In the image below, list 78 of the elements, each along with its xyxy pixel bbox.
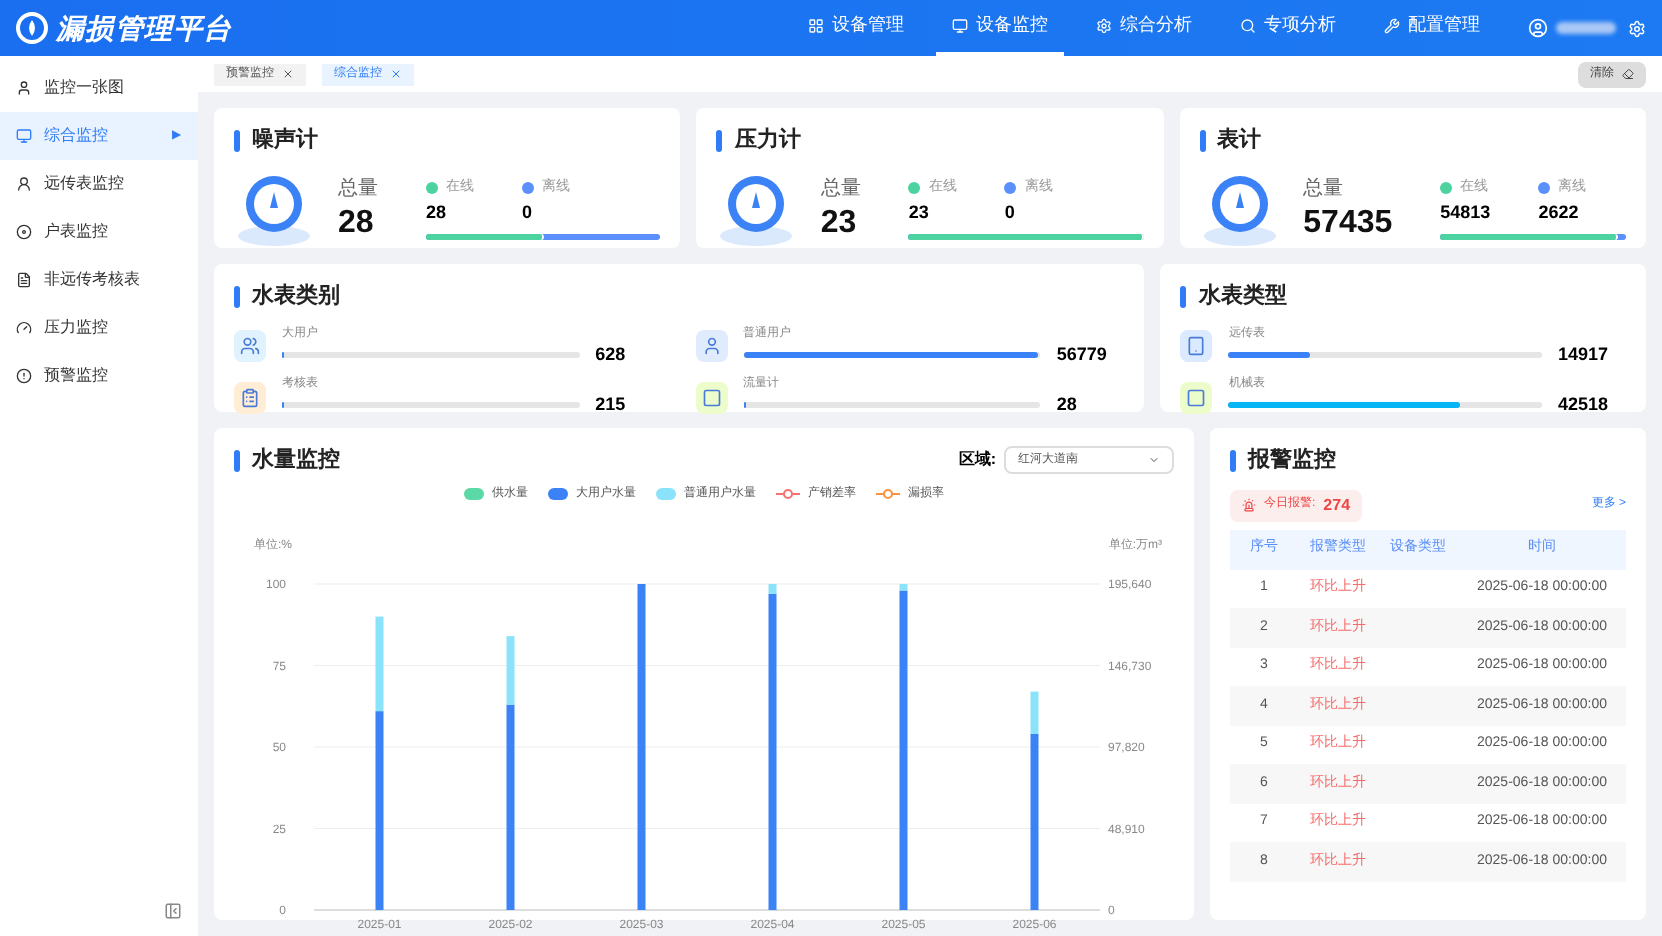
card-title: 水量监控 [252, 445, 340, 476]
total-label: 总量 [338, 175, 378, 204]
online-count: 54813 [1440, 199, 1491, 225]
legend-line-icon [876, 488, 900, 500]
total-value: 23 [820, 204, 859, 244]
title-accent-bar [1230, 449, 1236, 472]
offline-count: 2622 [1538, 199, 1581, 225]
online-count: 23 [908, 199, 931, 225]
category-value: 56779 [1056, 341, 1109, 367]
settings-icon[interactable] [1628, 19, 1646, 37]
total-label: 总量 [1303, 175, 1346, 204]
total-value: 28 [338, 204, 376, 244]
category-value: 14917 [1558, 341, 1611, 367]
nav-tab[interactable]: 配置管理 [1368, 0, 1496, 56]
category-value: 628 [595, 341, 628, 367]
card-title: 表计 [1217, 125, 1262, 156]
close-icon[interactable] [390, 68, 402, 80]
legend-swatch-icon [548, 488, 568, 500]
sidebar-icon [16, 272, 32, 288]
category-icon [695, 381, 728, 414]
sidebar-icon [16, 224, 32, 240]
logo-icon [16, 12, 48, 44]
eraser-icon [1622, 68, 1634, 80]
sidebar-item[interactable]: 压力监控 [0, 304, 198, 352]
card-title: 压力计 [734, 125, 801, 156]
collapse-icon[interactable] [164, 902, 182, 920]
offline-count: 0 [522, 199, 535, 225]
title-accent-bar [234, 449, 240, 472]
nav-icon [1384, 18, 1400, 34]
legend-swatch-icon [656, 488, 676, 500]
sidebar-icon [16, 368, 32, 384]
nav-tab[interactable]: 设备管理 [792, 0, 920, 56]
sidebar-item[interactable]: 户表监控 [0, 208, 198, 256]
nav-icon [1096, 18, 1112, 34]
sidebar-icon [16, 80, 32, 96]
nav-icon [1240, 18, 1256, 34]
nav-tab[interactable]: 综合分析 [1080, 0, 1208, 56]
nav-icon [808, 18, 824, 34]
card-title: 噪声计 [252, 125, 318, 156]
total-value: 57435 [1303, 204, 1393, 244]
title-accent-bar [1199, 129, 1206, 152]
card-title: 报警监控 [1248, 445, 1336, 476]
category-value: 215 [595, 392, 628, 418]
chevron-down-icon [1148, 454, 1160, 467]
sidebar-item[interactable]: 预警监控 [0, 352, 198, 400]
category-icon [234, 381, 266, 414]
category-value: 28 [1056, 392, 1079, 418]
logo-text: 漏损管理平台 [56, 9, 233, 47]
nav-icon [952, 18, 968, 34]
legend-swatch-icon [464, 488, 484, 500]
category-icon [695, 330, 728, 363]
category-icon [1180, 330, 1213, 363]
sidebar-icon [16, 320, 32, 336]
today-alarm-count: 274 [1323, 493, 1351, 517]
offline-count: 0 [1004, 199, 1017, 225]
title-accent-bar [1180, 285, 1187, 308]
sidebar-item[interactable]: 监控一张图 [0, 64, 198, 112]
sidebar-icon [16, 128, 32, 144]
title-accent-bar [234, 129, 240, 152]
title-accent-bar [234, 285, 240, 308]
category-value: 42518 [1558, 392, 1611, 418]
sidebar-item[interactable]: 远传表监控 [0, 160, 198, 208]
avatar-icon[interactable] [1528, 18, 1548, 38]
nav-tab[interactable]: 专项分析 [1224, 0, 1352, 56]
category-icon [234, 330, 266, 363]
legend-line-icon [776, 488, 800, 500]
close-icon[interactable] [282, 68, 294, 80]
sidebar-icon [16, 176, 32, 192]
online-count: 28 [426, 199, 449, 225]
title-accent-bar [716, 129, 723, 152]
redacted-username [1556, 22, 1616, 34]
sidebar-item[interactable]: 非远传考核表 [0, 256, 198, 304]
card-title: 水表类型 [1198, 281, 1287, 312]
category-icon [1180, 381, 1213, 414]
siren-icon [1242, 498, 1256, 512]
total-label: 总量 [820, 175, 861, 204]
region-label: 区域: [958, 448, 996, 473]
card-title: 水表类别 [252, 281, 340, 312]
